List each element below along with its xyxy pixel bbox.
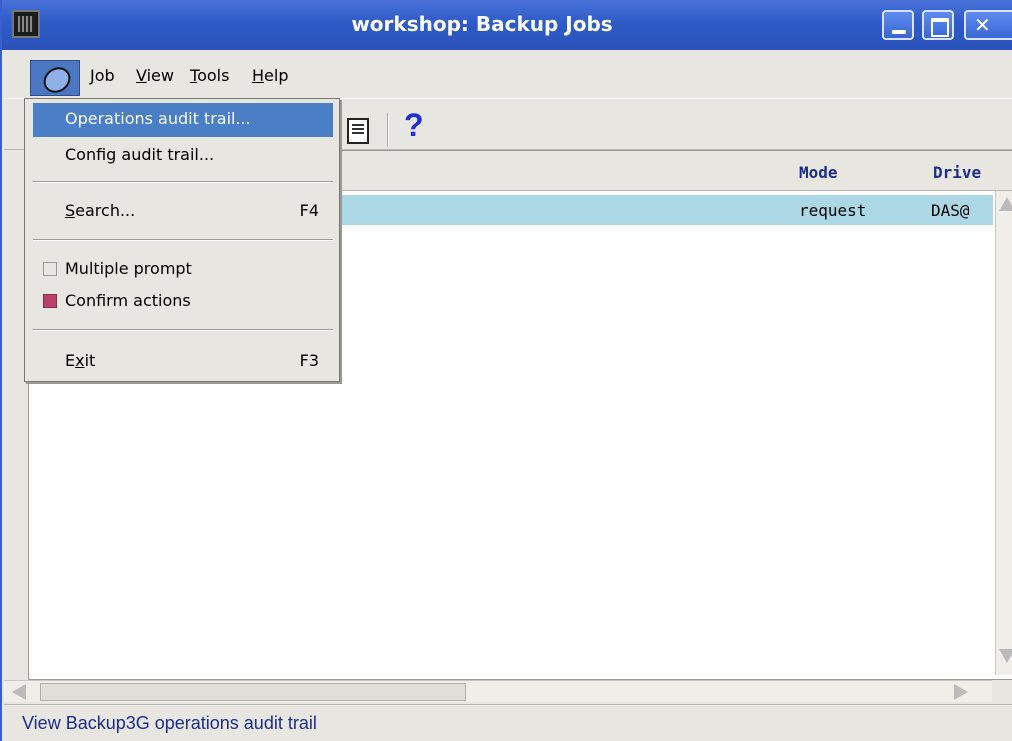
title-bar[interactable]: workshop: Backup Jobs bbox=[2, 0, 1012, 50]
menu-item-config-audit-trail[interactable]: Config audit trail... bbox=[33, 139, 333, 173]
app-menu-icon[interactable] bbox=[30, 60, 80, 96]
maximize-button[interactable] bbox=[922, 10, 954, 40]
menu-item-label: Exit bbox=[65, 351, 96, 370]
application-window: workshop: Backup Jobs Job View Tools Hel… bbox=[0, 0, 1012, 741]
menu-separator bbox=[33, 181, 333, 183]
menu-item-label: Search... bbox=[65, 201, 136, 220]
cell-drive: DAS@ bbox=[931, 201, 970, 220]
menu-item-shortcut: F4 bbox=[299, 201, 319, 220]
minimize-button[interactable] bbox=[882, 10, 914, 40]
menu-item-operations-audit-trail[interactable]: Operations audit trail... bbox=[33, 103, 333, 137]
menu-item-confirm-actions[interactable]: Confirm actions bbox=[33, 285, 333, 319]
menu-item-multiple-prompt[interactable]: Multiple prompt bbox=[33, 253, 333, 287]
menu-item-label: Config audit trail... bbox=[65, 145, 215, 164]
close-button[interactable] bbox=[964, 10, 1012, 40]
menu-separator bbox=[33, 329, 333, 331]
menu-item-label: Multiple prompt bbox=[65, 259, 192, 278]
scroll-up-arrow-icon[interactable] bbox=[999, 197, 1012, 211]
help-icon[interactable]: ? bbox=[404, 107, 424, 144]
menu-separator bbox=[33, 239, 333, 241]
scroll-down-arrow-icon[interactable] bbox=[999, 649, 1012, 663]
toolbar-separator bbox=[387, 113, 389, 147]
menu-help[interactable]: Help bbox=[252, 66, 288, 85]
document-icon[interactable] bbox=[347, 118, 369, 144]
scroll-right-arrow-icon[interactable] bbox=[954, 684, 968, 700]
checkbox-checked-icon[interactable] bbox=[43, 294, 57, 308]
menu-job[interactable]: Job bbox=[90, 66, 115, 85]
status-text: View Backup3G operations audit trail bbox=[22, 713, 317, 733]
menu-view[interactable]: View bbox=[136, 66, 174, 85]
vertical-scrollbar[interactable] bbox=[995, 191, 1012, 675]
column-header-mode[interactable]: Mode bbox=[799, 163, 838, 182]
menu-item-label: Operations audit trail... bbox=[65, 109, 251, 128]
menu-bar: Job View Tools Help bbox=[4, 52, 1012, 98]
menu-item-search[interactable]: Search... F4 bbox=[33, 195, 333, 229]
scroll-left-arrow-icon[interactable] bbox=[12, 684, 26, 700]
status-bar: View Backup3G operations audit trail bbox=[4, 704, 1012, 741]
menu-item-label: Confirm actions bbox=[65, 291, 191, 310]
window-title: workshop: Backup Jobs bbox=[351, 12, 613, 36]
column-header-drive[interactable]: Drive bbox=[933, 163, 981, 182]
app-dropdown-menu: Operations audit trail... Config audit t… bbox=[24, 98, 340, 382]
horizontal-scrollbar[interactable] bbox=[4, 680, 992, 702]
menu-tools[interactable]: Tools bbox=[190, 66, 229, 85]
checkbox-icon[interactable] bbox=[43, 262, 57, 276]
horizontal-scroll-thumb[interactable] bbox=[40, 683, 466, 701]
cell-mode: request bbox=[799, 201, 867, 220]
menu-item-shortcut: F3 bbox=[299, 351, 319, 370]
menu-item-exit[interactable]: Exit F3 bbox=[33, 345, 333, 379]
